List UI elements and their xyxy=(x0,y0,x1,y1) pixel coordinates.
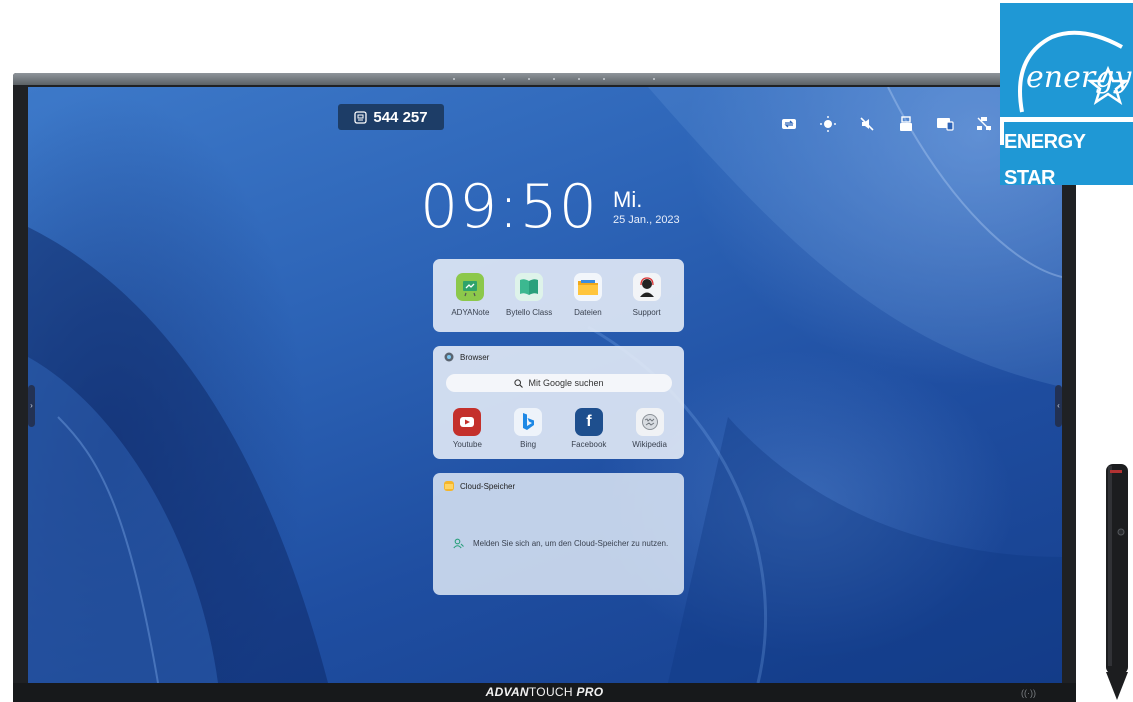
cloud-storage-widget: Cloud-Speicher Melden Sie sich an, um de… xyxy=(433,473,684,595)
cast-code-icon xyxy=(354,110,368,124)
browser-header: Browser xyxy=(444,352,489,362)
apps-widget: ADYANote Bytello Class Dateien Support xyxy=(433,259,684,332)
monitor-top-edge xyxy=(13,73,1076,85)
clock-weekday: Mi. xyxy=(613,187,643,212)
facebook-icon: f xyxy=(574,408,603,436)
cloud-header: Cloud-Speicher xyxy=(444,481,515,491)
clock-date: 25 Jan., 2023 xyxy=(613,214,680,226)
search-placeholder: Mit Google suchen xyxy=(528,378,604,388)
app-label: Bytello Class xyxy=(506,308,553,317)
screen-share-icon[interactable] xyxy=(780,115,798,133)
shortcut-label: Youtube xyxy=(452,440,482,449)
brand-logo: ADVANTOUCH PRO xyxy=(485,685,604,699)
home-screen: 544 257 09:50 Mi. 25 Jan., 2023 ADYANote… xyxy=(28,87,1062,683)
app-label: ADYANote xyxy=(451,308,490,317)
usb-icon[interactable] xyxy=(897,115,915,133)
shortcut-label: Wikipedia xyxy=(632,440,667,449)
book-icon xyxy=(515,273,544,301)
browser-title: Browser xyxy=(460,352,490,362)
session-code-badge[interactable]: 544 257 xyxy=(338,104,444,130)
network-icon[interactable] xyxy=(975,115,993,133)
clock-time: 09:50 xyxy=(420,172,598,242)
shortcut-label: Bing xyxy=(520,440,537,449)
bottom-bezel: ADVANTOUCH PRO ((·)) xyxy=(13,683,1076,702)
browser-icon xyxy=(444,352,454,362)
session-code: 544 257 xyxy=(373,108,428,126)
support-agent-icon xyxy=(632,273,661,301)
cloud-folder-icon xyxy=(444,481,454,491)
shortcut-wikipedia[interactable]: Wikipedia xyxy=(619,408,680,449)
app-label: Dateien xyxy=(574,308,602,317)
app-bytello-class[interactable]: Bytello Class xyxy=(500,273,559,317)
browser-widget: Browser Mit Google suchen Youtube Bing f… xyxy=(433,346,684,459)
bing-icon xyxy=(514,408,543,436)
google-search-input[interactable]: Mit Google suchen xyxy=(446,374,672,392)
display-monitor: 544 257 09:50 Mi. 25 Jan., 2023 ADYANote… xyxy=(13,73,1076,702)
cloud-signin-prompt[interactable]: Melden Sie sich an, um den Cloud-Speiche… xyxy=(453,538,668,549)
folder-icon xyxy=(573,273,602,301)
shortcut-label: Facebook xyxy=(571,440,607,449)
cloud-title: Cloud-Speicher xyxy=(460,481,516,491)
shortcut-facebook[interactable]: f Facebook xyxy=(559,408,620,449)
wikipedia-icon xyxy=(635,408,664,436)
youtube-icon xyxy=(453,408,482,436)
right-sidebar-handle[interactable]: ‹ xyxy=(1055,385,1062,427)
user-signin-icon xyxy=(453,538,464,549)
display-icon[interactable] xyxy=(936,115,954,133)
shortcut-youtube[interactable]: Youtube xyxy=(437,408,498,449)
app-dateien[interactable]: Dateien xyxy=(559,273,618,317)
note-board-icon xyxy=(456,273,485,301)
sensor-indicator: ((·)) xyxy=(1021,688,1036,698)
search-icon xyxy=(514,378,524,388)
app-label: Support xyxy=(632,308,661,317)
brightness-icon[interactable] xyxy=(819,115,837,133)
mute-icon[interactable] xyxy=(858,115,876,133)
cloud-signin-message: Melden Sie sich an, um den Cloud-Speiche… xyxy=(473,539,669,548)
app-support[interactable]: Support xyxy=(617,273,676,317)
stylus-pen xyxy=(1106,464,1128,700)
status-bar xyxy=(780,115,1032,133)
energy-star-logo: energy xyxy=(1018,30,1132,113)
shortcut-bing[interactable]: Bing xyxy=(498,408,559,449)
energy-star-badge: energy ENERGY STAR xyxy=(1000,3,1133,189)
app-adyanote[interactable]: ADYANote xyxy=(441,273,500,317)
energy-star-label: ENERGY STAR xyxy=(1004,122,1133,189)
left-sidebar-handle[interactable]: › xyxy=(28,385,35,427)
